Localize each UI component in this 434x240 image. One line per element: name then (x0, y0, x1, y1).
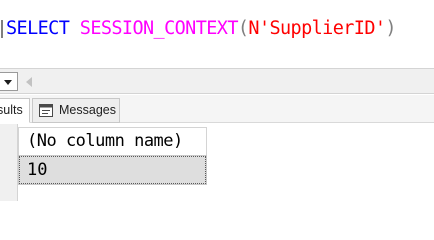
line-change-indicator (1, 20, 3, 38)
messages-icon (39, 104, 53, 117)
tab-messages[interactable]: Messages (32, 98, 120, 123)
zoom-dropdown[interactable] (0, 72, 18, 91)
close-paren: ) (385, 18, 396, 39)
column-header[interactable]: (No column name) (18, 127, 207, 156)
chevron-down-icon (4, 80, 12, 85)
row-header-column[interactable] (0, 124, 18, 201)
tab-results[interactable]: sults (0, 98, 30, 123)
sql-string-literal: N'SupplierID' (248, 18, 386, 39)
results-tab-bar: sults Messages (0, 95, 434, 123)
result-cell[interactable]: 10 (18, 155, 207, 185)
query-line[interactable]: SELECT SESSION_CONTEXT(N'SupplierID') (6, 16, 397, 42)
tab-results-label: sults (0, 103, 23, 117)
open-paren: ( (237, 18, 249, 39)
scroll-left-arrow-icon[interactable] (26, 77, 32, 87)
query-editor[interactable]: SELECT SESSION_CONTEXT(N'SupplierID') (0, 0, 434, 68)
sql-function-session-context: SESSION_CONTEXT (79, 18, 239, 39)
editor-horizontal-scrollbar[interactable] (0, 68, 434, 94)
tab-messages-label: Messages (59, 103, 116, 117)
results-grid[interactable]: (No column name) 10 (0, 124, 434, 201)
sql-keyword-select: SELECT (6, 18, 70, 39)
